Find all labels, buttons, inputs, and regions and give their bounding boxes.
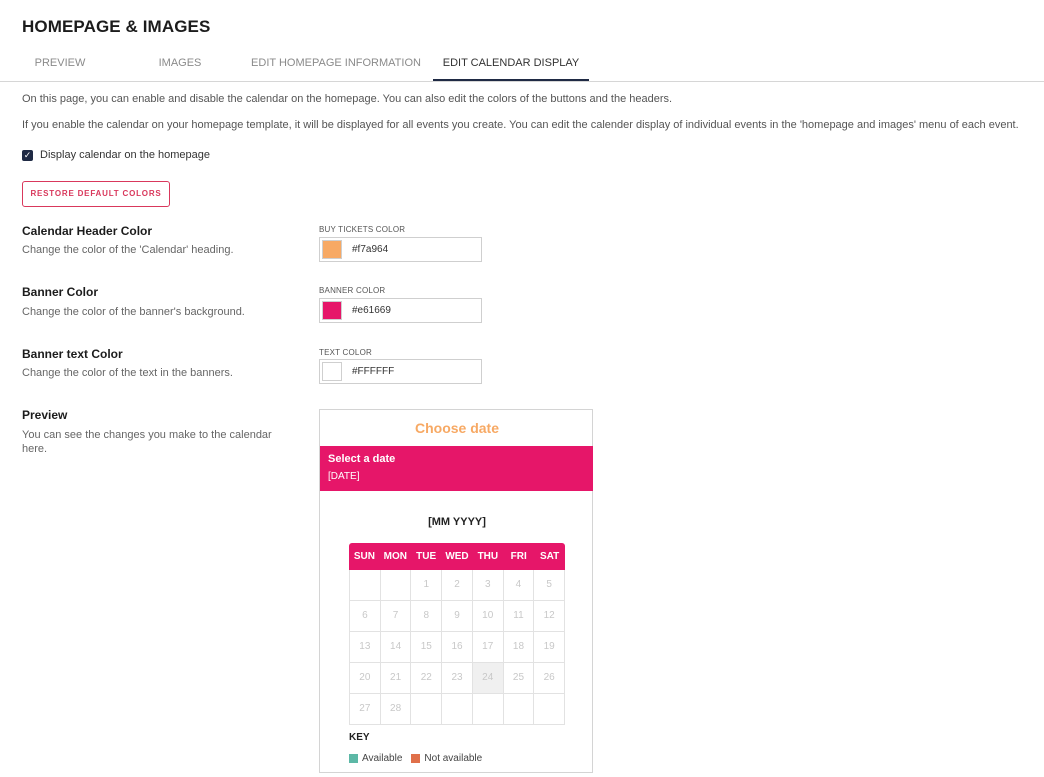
choose-date-heading: Choose date (414, 420, 499, 436)
calendar-day[interactable]: 1 (411, 570, 443, 601)
calendar-day[interactable]: 11 (503, 601, 535, 632)
calendar-days: 1 2 3 4 5 6 7 8 9 10 11 12 13 14 15 16 17 18 19 20 21 22 23 24 2… (349, 570, 566, 725)
text-color-field[interactable]: #FFFFFF (319, 359, 482, 384)
weekday-thu: THU (477, 551, 499, 562)
calendar-day[interactable]: 20 (350, 663, 381, 694)
buy-tickets-color-field[interactable]: #f7a964 (319, 237, 482, 262)
preview-description: You can see the changes you make to the … (22, 429, 272, 455)
checkmark-icon: ✓ (23, 149, 32, 160)
banner-color-swatch[interactable] (322, 301, 342, 320)
not-available-swatch (411, 754, 421, 763)
calendar-day[interactable]: 24 (472, 663, 504, 694)
tab-edit-homepage-information[interactable]: EDIT HOMEPAGE INFORMATION (250, 47, 422, 80)
calendar-day[interactable]: 6 (350, 601, 381, 632)
calendar-day[interactable]: 5 (534, 570, 566, 601)
calendar-day[interactable]: 21 (380, 663, 412, 694)
banner-text-color-title: Banner text Color (22, 347, 123, 361)
buy-tickets-color-swatch[interactable] (322, 240, 342, 259)
calendar-empty-cell (350, 570, 381, 601)
calendar-day[interactable]: 8 (411, 601, 443, 632)
weekday-fri: FRI (510, 551, 527, 562)
calendar-day[interactable]: 17 (472, 632, 504, 663)
calendar-week: 12345 (350, 570, 566, 601)
buy-tickets-color-value[interactable]: #f7a964 (352, 238, 388, 262)
calendar-day[interactable]: 19 (534, 632, 566, 663)
weekday-sat: SAT (539, 551, 560, 562)
weekday-sun: SUN (353, 551, 375, 562)
calendar-week: 27 28 (350, 694, 566, 725)
calendar-week: 6 7 8 9 10 11 12 (350, 601, 566, 632)
calendar-preview: Choose date Select a date [DATE] [MM YYY… (319, 409, 593, 773)
calendar-empty-cell (472, 694, 504, 725)
calendar-grid: SUN MON TUE WED THU FRI SAT 1 2 3 4 5 6 7 8 9 10 11 12 13 1… (349, 543, 566, 725)
calendar-header-color-title: Calendar Header Color (22, 224, 153, 238)
calendar-day[interactable]: 12 (534, 601, 566, 632)
not-available-label: Not available (424, 753, 483, 764)
banner-color-description: Change the color of the banner's backgro… (22, 306, 245, 318)
calendar-day[interactable]: 25 (503, 663, 535, 694)
weekday-wed: WED (445, 551, 469, 562)
month-label: [MM YYYY] (428, 516, 486, 528)
restore-default-colors-button[interactable]: RESTORE DEFAULT COLORS (22, 181, 170, 207)
weekday-tue: TUE (416, 551, 437, 562)
calendar-day[interactable]: 28 (380, 694, 412, 725)
key-legend: Available Not available (349, 753, 482, 764)
calendar-header-color-description: Change the color of the 'Calendar' headi… (22, 244, 234, 256)
calendar-day[interactable]: 15 (411, 632, 443, 663)
buy-tickets-color-label: BUY TICKETS COLOR (319, 225, 406, 234)
calendar-day[interactable]: 27 (350, 694, 381, 725)
calendar-day[interactable]: 26 (534, 663, 566, 694)
weekday-header: SUN MON TUE WED THU FRI SAT (349, 543, 565, 570)
calendar-day[interactable]: 7 (380, 601, 412, 632)
calendar-day[interactable]: 3 (472, 570, 504, 601)
banner-color-label: BANNER COLOR (319, 286, 386, 295)
banner-color-title: Banner Color (22, 285, 99, 299)
calendar-empty-cell (380, 570, 412, 601)
text-color-swatch[interactable] (322, 362, 342, 381)
calendar-day[interactable]: 14 (380, 632, 412, 663)
calendar-day[interactable]: 9 (442, 601, 473, 632)
calendar-empty-cell (534, 694, 566, 725)
calendar-day[interactable]: 23 (442, 663, 473, 694)
display-calendar-row: ✓ Display calendar on the homepage (22, 149, 210, 161)
calendar-empty-cell (503, 694, 535, 725)
calendar-empty-cell (442, 694, 473, 725)
page-title: HOMEPAGE & IMAGES (22, 17, 211, 36)
calendar-week: 20 21 22 23 24 25 26 (350, 663, 566, 694)
calendar-day[interactable]: 10 (472, 601, 504, 632)
key-title: KEY (349, 732, 370, 743)
calendar-day[interactable]: 16 (442, 632, 473, 663)
calendar-day[interactable]: 22 (411, 663, 443, 694)
display-calendar-checkbox[interactable]: ✓ (22, 149, 33, 161)
banner-color-field[interactable]: #e61669 (319, 298, 482, 323)
intro-text-2: If you enable the calendar on your homep… (22, 119, 1019, 131)
tab-edit-calendar-display[interactable]: EDIT CALENDAR DISPLAY (433, 47, 589, 81)
calendar-day[interactable]: 4 (503, 570, 535, 601)
tab-images[interactable]: IMAGES (140, 47, 220, 80)
banner-color-value[interactable]: #e61669 (352, 299, 391, 323)
banner-select-date: Select a date (328, 453, 396, 465)
banner-date: [DATE] (328, 471, 360, 482)
calendar-week: 13 14 15 16 17 18 19 (350, 632, 566, 663)
display-calendar-label[interactable]: Display calendar on the homepage (40, 149, 210, 161)
weekday-mon: MON (383, 551, 407, 562)
tab-bar: PREVIEW IMAGES EDIT HOMEPAGE INFORMATION… (0, 47, 1044, 82)
banner-text-color-description: Change the color of the text in the bann… (22, 367, 233, 379)
tab-preview[interactable]: PREVIEW (20, 47, 100, 80)
text-color-label: TEXT COLOR (319, 348, 372, 357)
date-banner: Select a date [DATE] (320, 446, 593, 491)
text-color-value[interactable]: #FFFFFF (352, 360, 394, 384)
calendar-day[interactable]: 13 (350, 632, 381, 663)
preview-title: Preview (22, 408, 68, 422)
calendar-empty-cell (411, 694, 443, 725)
calendar-day[interactable]: 2 (442, 570, 473, 601)
available-label: Available (362, 753, 403, 764)
available-swatch (349, 754, 358, 763)
intro-text-1: On this page, you can enable and disable… (22, 93, 673, 105)
calendar-day[interactable]: 18 (503, 632, 535, 663)
